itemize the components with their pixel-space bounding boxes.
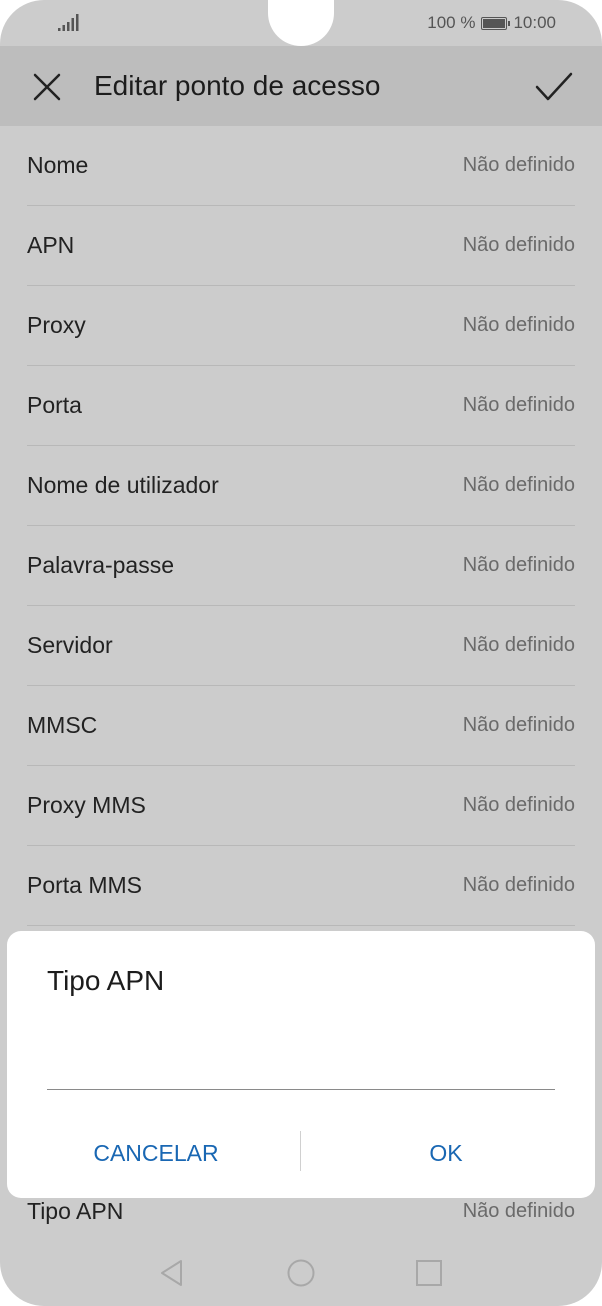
dialog-title: Tipo APN <box>47 965 165 996</box>
setting-row-servidor[interactable]: Servidor Não definido <box>27 606 575 686</box>
setting-label: Porta <box>27 392 82 418</box>
setting-row-nome-utilizador[interactable]: Nome de utilizador Não definido <box>27 446 575 526</box>
setting-value: Não definido <box>462 714 575 736</box>
setting-row-porta-mms[interactable]: Porta MMS Não definido <box>27 846 575 926</box>
setting-value: Não definido <box>462 634 575 656</box>
navigation-bar <box>0 1250 602 1300</box>
setting-value: Não definido <box>462 474 575 496</box>
signal-icon <box>58 14 79 31</box>
setting-row-mmsc[interactable]: MMSC Não definido <box>27 686 575 766</box>
home-icon[interactable] <box>286 1258 316 1288</box>
setting-label: Servidor <box>27 632 113 658</box>
setting-row-porta[interactable]: Porta Não definido <box>27 366 575 446</box>
setting-value: Não definido <box>462 1199 575 1222</box>
setting-label: APN <box>27 232 75 258</box>
apn-type-dialog: Tipo APN CANCELAR OK <box>7 931 595 1198</box>
apn-type-input[interactable] <box>47 1049 555 1090</box>
setting-label: MMSC <box>27 712 98 738</box>
setting-value: Não definido <box>462 154 575 176</box>
setting-label: Porta MMS <box>27 872 143 898</box>
setting-label: Tipo APN <box>27 1197 124 1224</box>
setting-row-apn[interactable]: APN Não definido <box>27 206 575 286</box>
recents-icon[interactable] <box>414 1258 444 1288</box>
battery-percent: 100 % <box>427 13 476 32</box>
settings-list: Nome Não definido APN Não definido Proxy Nã… <box>27 126 575 926</box>
setting-value: Não definido <box>462 794 575 816</box>
back-icon[interactable] <box>157 1258 187 1288</box>
app-bar: Editar ponto de acesso <box>0 46 602 126</box>
setting-value: Não definido <box>462 874 575 896</box>
status-right: 100 % 10:00 <box>427 13 556 33</box>
setting-label: Nome de utilizador <box>27 472 219 498</box>
ok-button[interactable]: OK <box>301 1131 591 1175</box>
clock: 10:00 <box>513 13 556 32</box>
setting-value: Não definido <box>462 314 575 336</box>
setting-label: Palavra-passe <box>27 552 175 578</box>
page-title: Editar ponto de acesso <box>94 70 381 101</box>
check-icon[interactable] <box>534 70 574 104</box>
setting-value: Não definido <box>462 554 575 576</box>
setting-value: Não definido <box>462 234 575 256</box>
close-icon[interactable] <box>30 70 64 104</box>
setting-label: Proxy MMS <box>27 792 146 818</box>
battery-icon <box>481 16 511 30</box>
setting-row-palavra-passe[interactable]: Palavra-passe Não definido <box>27 526 575 606</box>
setting-row-nome[interactable]: Nome Não definido <box>27 126 575 206</box>
setting-label: Nome <box>27 152 89 178</box>
setting-row-proxy-mms[interactable]: Proxy MMS Não definido <box>27 766 575 846</box>
setting-value: Não definido <box>462 394 575 416</box>
setting-label: Proxy <box>27 312 86 338</box>
cancel-button[interactable]: CANCELAR <box>11 1131 301 1175</box>
phone-screen: 100 % 10:00 Editar ponto de acesso Nome N… <box>0 0 602 1306</box>
setting-row-proxy[interactable]: Proxy Não definido <box>27 286 575 366</box>
